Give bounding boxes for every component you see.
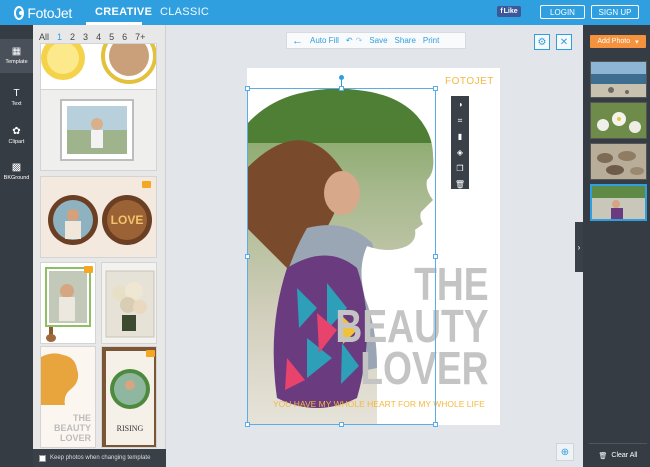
resize-handle-r[interactable] bbox=[433, 254, 438, 259]
photo-thumb-beach[interactable] bbox=[590, 61, 647, 98]
add-photo-button[interactable]: Add Photo ▾ bbox=[590, 35, 646, 48]
fotojet-logo[interactable]: FotoJet bbox=[14, 4, 72, 21]
delete-icon[interactable]: 🗑 bbox=[455, 179, 465, 190]
nav-template-label: Template bbox=[5, 59, 28, 65]
text-icon: T bbox=[13, 88, 20, 99]
design-canvas[interactable]: FOTOJET THE BEAUTY LOVER YOU HAVE MY WHO… bbox=[245, 68, 500, 427]
nav-clipart-label: Clipart bbox=[8, 139, 25, 145]
thumb-the-text: THE bbox=[73, 413, 91, 423]
print-button[interactable]: Print bbox=[423, 36, 439, 45]
nav-template[interactable]: ▦ Template bbox=[0, 39, 33, 73]
zoom-icon[interactable]: ⊕ bbox=[556, 443, 574, 461]
collapse-panel-chevron-icon[interactable]: › bbox=[575, 222, 583, 272]
trash-icon: 🗑 bbox=[598, 452, 608, 460]
background-icon: ▩ bbox=[11, 162, 22, 173]
template-thumb-rising[interactable]: RISING bbox=[101, 346, 157, 448]
page-tab-all[interactable]: All bbox=[39, 32, 49, 42]
template-thumb-love-circles[interactable]: LOVE bbox=[40, 176, 157, 258]
template-panel: All 1 2 3 4 5 6 7+ LOVE THE BEAUTY LOVER… bbox=[33, 25, 166, 467]
redo-icon[interactable]: ↷ bbox=[356, 36, 363, 45]
premium-crown-icon bbox=[146, 350, 155, 357]
auto-fill-button[interactable]: Auto Fill bbox=[310, 36, 339, 45]
template-thumb-girl-guitar[interactable] bbox=[40, 262, 96, 344]
page-tab-3[interactable]: 3 bbox=[83, 32, 88, 42]
left-nav: ▦ Template T Text ✿ Clipart ▩ BKGround bbox=[0, 25, 33, 467]
template-icon: ▦ bbox=[11, 46, 22, 57]
page-tab-1[interactable]: 1 bbox=[57, 32, 62, 42]
photo-thumb-stones[interactable] bbox=[590, 143, 647, 180]
share-button[interactable]: Share bbox=[395, 36, 416, 45]
premium-crown-icon bbox=[142, 181, 151, 188]
flip-icon[interactable]: ▮ bbox=[458, 131, 462, 142]
add-photo-label: Add Photo bbox=[597, 38, 631, 45]
duplicate-icon[interactable]: ❐ bbox=[456, 163, 463, 174]
resize-handle-l[interactable] bbox=[245, 254, 250, 259]
premium-crown-icon bbox=[84, 266, 93, 273]
page-tab-5[interactable]: 5 bbox=[109, 32, 114, 42]
element-context-toolbar: ◑ ⌗ ▮ ◈ ❐ 🗑 bbox=[451, 96, 469, 189]
template-thumb-beauty-lover[interactable]: THE BEAUTY LOVER bbox=[40, 346, 96, 448]
undo-icon[interactable]: ↶ bbox=[346, 36, 353, 45]
resize-handle-b[interactable] bbox=[339, 422, 344, 427]
resize-handle-t[interactable] bbox=[339, 86, 344, 91]
resize-handle-tr[interactable] bbox=[433, 86, 438, 91]
clear-all-label: Clear All bbox=[611, 452, 638, 459]
nav-background-label: BKGround bbox=[3, 175, 30, 181]
keep-photos-checkbox[interactable] bbox=[39, 454, 46, 462]
filter-icon[interactable]: ◑ bbox=[458, 99, 463, 110]
facebook-like-button[interactable]: f Like bbox=[497, 6, 521, 17]
chevron-down-icon: ▾ bbox=[635, 38, 639, 46]
back-arrow-icon[interactable]: ← bbox=[292, 35, 303, 47]
signup-button[interactable]: SIGN UP bbox=[591, 5, 639, 19]
clear-all-button[interactable]: 🗑 Clear All bbox=[589, 443, 647, 467]
facebook-icon: f bbox=[500, 8, 503, 15]
nav-background[interactable]: ▩ BKGround bbox=[0, 155, 33, 189]
selection-box[interactable] bbox=[247, 88, 436, 425]
love-text: LOVE bbox=[111, 213, 144, 227]
page-tab-6[interactable]: 6 bbox=[122, 32, 127, 42]
rising-text: RISING bbox=[117, 424, 144, 433]
login-button[interactable]: LOGIN bbox=[540, 5, 585, 19]
top-bar: FotoJet CREATIVE CLASSIC f Like LOGIN SI… bbox=[0, 0, 650, 25]
page-tab-2[interactable]: 2 bbox=[70, 32, 75, 42]
crop-icon[interactable]: ⌗ bbox=[458, 115, 463, 126]
page-tab-4[interactable]: 4 bbox=[96, 32, 101, 42]
template-page-tabs: All 1 2 3 4 5 6 7+ bbox=[39, 32, 145, 42]
clipart-icon: ✿ bbox=[12, 126, 21, 137]
photo-panel: Add Photo ▾ 🗑 Clear All bbox=[583, 25, 650, 467]
resize-handle-tl[interactable] bbox=[245, 86, 250, 91]
like-label: Like bbox=[503, 8, 518, 15]
close-icon[interactable]: ✕ bbox=[556, 34, 572, 50]
page-tab-7plus[interactable]: 7+ bbox=[135, 32, 145, 42]
thumb-beauty-text: BEAUTY bbox=[54, 423, 91, 433]
nav-clipart[interactable]: ✿ Clipart bbox=[0, 119, 33, 153]
resize-handle-bl[interactable] bbox=[245, 422, 250, 427]
settings-gear-icon[interactable]: ⚙ bbox=[534, 34, 550, 50]
template-thumb-flowers[interactable] bbox=[101, 262, 157, 344]
edit-toolbar: ← Auto Fill ↶ ↷ Save Share Print bbox=[286, 32, 466, 49]
keep-photos-label: Keep photos when changing template bbox=[50, 455, 151, 461]
rotate-handle[interactable] bbox=[339, 75, 344, 80]
nav-text[interactable]: T Text bbox=[0, 81, 33, 115]
resize-handle-br[interactable] bbox=[433, 422, 438, 427]
nav-text-label: Text bbox=[11, 101, 22, 107]
workspace: ← Auto Fill ↶ ↷ Save Share Print ⚙ ✕ FOT… bbox=[166, 25, 583, 467]
logo-icon bbox=[14, 5, 25, 20]
layers-icon[interactable]: ◈ bbox=[457, 147, 463, 158]
save-button[interactable]: Save bbox=[369, 36, 387, 45]
keep-photos-option[interactable]: Keep photos when changing template bbox=[33, 449, 166, 467]
classic-mode-tab[interactable]: CLASSIC bbox=[160, 6, 209, 18]
photo-thumb-girl[interactable] bbox=[590, 184, 647, 221]
template-thumb-frame[interactable] bbox=[40, 89, 157, 171]
creative-mode-tab[interactable]: CREATIVE bbox=[95, 6, 152, 18]
photo-thumb-daisies[interactable] bbox=[590, 102, 647, 139]
logo-text: FotoJet bbox=[27, 4, 72, 21]
thumb-lover-text: LOVER bbox=[60, 433, 92, 443]
